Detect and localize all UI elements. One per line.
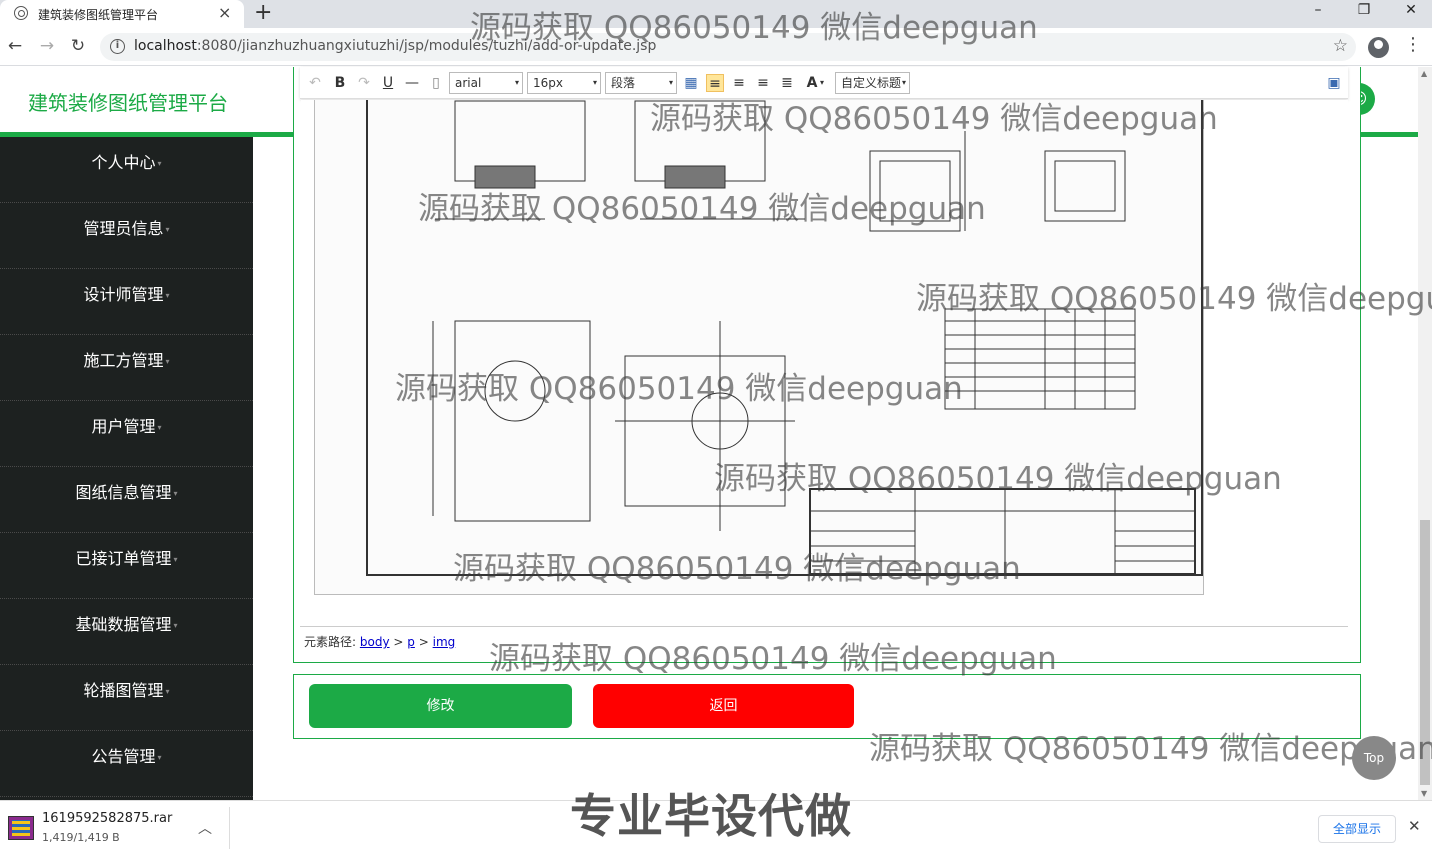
- browser-tab-bar: 建筑装修图纸管理平台 × + – ❐ ✕: [0, 0, 1432, 28]
- align-right-icon[interactable]: ≡: [730, 74, 748, 92]
- font-family-select[interactable]: arial ▾: [449, 72, 523, 94]
- construction-drawing-image: [314, 100, 1204, 595]
- close-tab-icon[interactable]: ×: [218, 3, 231, 22]
- sidebar-item-users[interactable]: 用户管理 ▾: [0, 401, 253, 467]
- sidebar-item-drawings[interactable]: 图纸信息管理 ▾: [0, 467, 253, 533]
- scroll-up-icon[interactable]: ▲: [1421, 69, 1427, 78]
- browser-toolbar: ← → ↻ i localhost:8080/jianzhuzhuangxiut…: [0, 28, 1432, 66]
- sidebar-item-carousel[interactable]: 轮播图管理 ▾: [0, 665, 253, 731]
- chevron-down-icon: ▾: [901, 78, 906, 87]
- sidebar-item-notice[interactable]: 公告管理 ▾: [0, 731, 253, 797]
- undo-icon[interactable]: ↶: [306, 74, 324, 92]
- sidebar-item-orders[interactable]: 已接订单管理 ▾: [0, 533, 253, 599]
- brand-title: 建筑装修图纸管理平台: [28, 91, 228, 115]
- info-icon[interactable]: i: [110, 39, 125, 54]
- sidebar-item-admin-info[interactable]: 管理员信息 ▾: [0, 203, 253, 269]
- back-button[interactable]: 返回: [593, 684, 854, 728]
- forward-icon[interactable]: →: [36, 36, 58, 56]
- show-all-button[interactable]: 全部显示: [1318, 815, 1396, 843]
- editor-content[interactable]: [301, 100, 1348, 625]
- account-icon[interactable]: [1368, 37, 1389, 58]
- chevron-down-icon: ▾: [157, 158, 162, 168]
- align-center-icon[interactable]: ≡: [754, 74, 772, 92]
- scroll-down-icon[interactable]: ▼: [1421, 789, 1427, 798]
- chevron-down-icon: ▾: [157, 752, 162, 762]
- close-window-icon[interactable]: ✕: [1396, 2, 1426, 18]
- sidebar-item-contractor[interactable]: 施工方管理 ▾: [0, 335, 253, 401]
- chevron-down-icon: ▾: [592, 78, 597, 87]
- sidebar-item-base-data[interactable]: 基础数据管理 ▾: [0, 599, 253, 665]
- horizontal-rule-icon[interactable]: —: [403, 74, 421, 92]
- promo-overlay-text: 专业毕设代做: [570, 789, 852, 843]
- fullscreen-icon[interactable]: ▣: [1325, 74, 1343, 92]
- underline-icon[interactable]: U: [379, 74, 397, 92]
- address-bar[interactable]: i localhost:8080/jianzhuzhuangxiutuzhi/j…: [100, 33, 1356, 61]
- restore-icon[interactable]: ❐: [1349, 2, 1379, 18]
- save-button[interactable]: 修改: [309, 684, 572, 728]
- new-tab-icon[interactable]: +: [254, 0, 272, 26]
- align-left-icon[interactable]: ≡: [706, 74, 724, 92]
- path-img-link[interactable]: img: [433, 635, 456, 649]
- minimize-icon[interactable]: –: [1303, 2, 1333, 18]
- site-favicon-icon: [14, 6, 28, 20]
- download-size: 1,419/1,419 B: [42, 831, 120, 844]
- chevron-down-icon: ▾: [165, 686, 170, 696]
- align-justify-icon[interactable]: ≣: [778, 74, 796, 92]
- sidebar-item-designer[interactable]: 设计师管理 ▾: [0, 269, 253, 335]
- element-path-bar: 元素路径: body > p > img: [300, 626, 1348, 652]
- table-icon[interactable]: ▦: [682, 74, 700, 92]
- chevron-down-icon: ▾: [165, 224, 170, 234]
- download-filename[interactable]: 1619592582875.rar: [42, 811, 172, 826]
- scrollbar-thumb[interactable]: [1420, 520, 1430, 785]
- rar-file-icon[interactable]: [8, 816, 34, 840]
- reload-icon[interactable]: ↻: [67, 36, 89, 56]
- browser-tab[interactable]: 建筑装修图纸管理平台 ×: [0, 0, 244, 28]
- paragraph-select[interactable]: 段落 ▾: [605, 72, 677, 94]
- bookmark-star-icon[interactable]: ☆: [1333, 36, 1348, 56]
- back-icon[interactable]: ←: [4, 36, 26, 56]
- url-text: localhost:8080/jianzhuzhuangxiutuzhi/jsp…: [134, 38, 657, 54]
- back-to-top-button[interactable]: Top: [1352, 736, 1396, 780]
- chevron-down-icon: ▾: [173, 620, 178, 630]
- divider: [229, 807, 230, 849]
- path-body-link[interactable]: body: [360, 635, 390, 649]
- custom-title-select[interactable]: 自定义标题 ▾: [835, 72, 910, 94]
- tab-title: 建筑装修图纸管理平台: [38, 8, 159, 22]
- chevron-down-icon: ▾: [157, 422, 162, 432]
- path-p-link[interactable]: p: [407, 635, 415, 649]
- bold-icon[interactable]: B: [331, 74, 349, 92]
- font-size-select[interactable]: 16px ▾: [527, 72, 601, 94]
- chevron-down-icon[interactable]: ▾: [817, 74, 827, 92]
- sidebar-item-personal-center[interactable]: 个人中心 ▾: [0, 137, 253, 203]
- page-scrollbar[interactable]: ▲ ▼: [1418, 67, 1432, 800]
- chevron-down-icon: ▾: [165, 290, 170, 300]
- sidebar: 个人中心 ▾ 管理员信息 ▾ 设计师管理 ▾ 施工方管理 ▾ 用户管理 ▾ 图纸信息管理 ▾…: [0, 137, 253, 800]
- chevron-down-icon: ▾: [173, 554, 178, 564]
- close-icon[interactable]: ✕: [1408, 817, 1421, 835]
- editor-toolbar: ↶ B ↷ U — ▯ arial ▾ 16px ▾ 段落 ▾ ▦ ≡ ≡ ≡ ≣ A…: [300, 67, 1348, 99]
- redo-icon[interactable]: ↷: [355, 74, 373, 92]
- page-icon[interactable]: ▯: [427, 74, 445, 92]
- chevron-down-icon: ▾: [668, 78, 673, 87]
- chevron-down-icon: ▾: [173, 488, 178, 498]
- chevron-down-icon: ▾: [514, 78, 519, 87]
- chevron-up-icon[interactable]: ︿: [198, 818, 212, 838]
- chevron-down-icon: ▾: [165, 356, 170, 366]
- more-menu-icon[interactable]: ⋮: [1404, 34, 1422, 55]
